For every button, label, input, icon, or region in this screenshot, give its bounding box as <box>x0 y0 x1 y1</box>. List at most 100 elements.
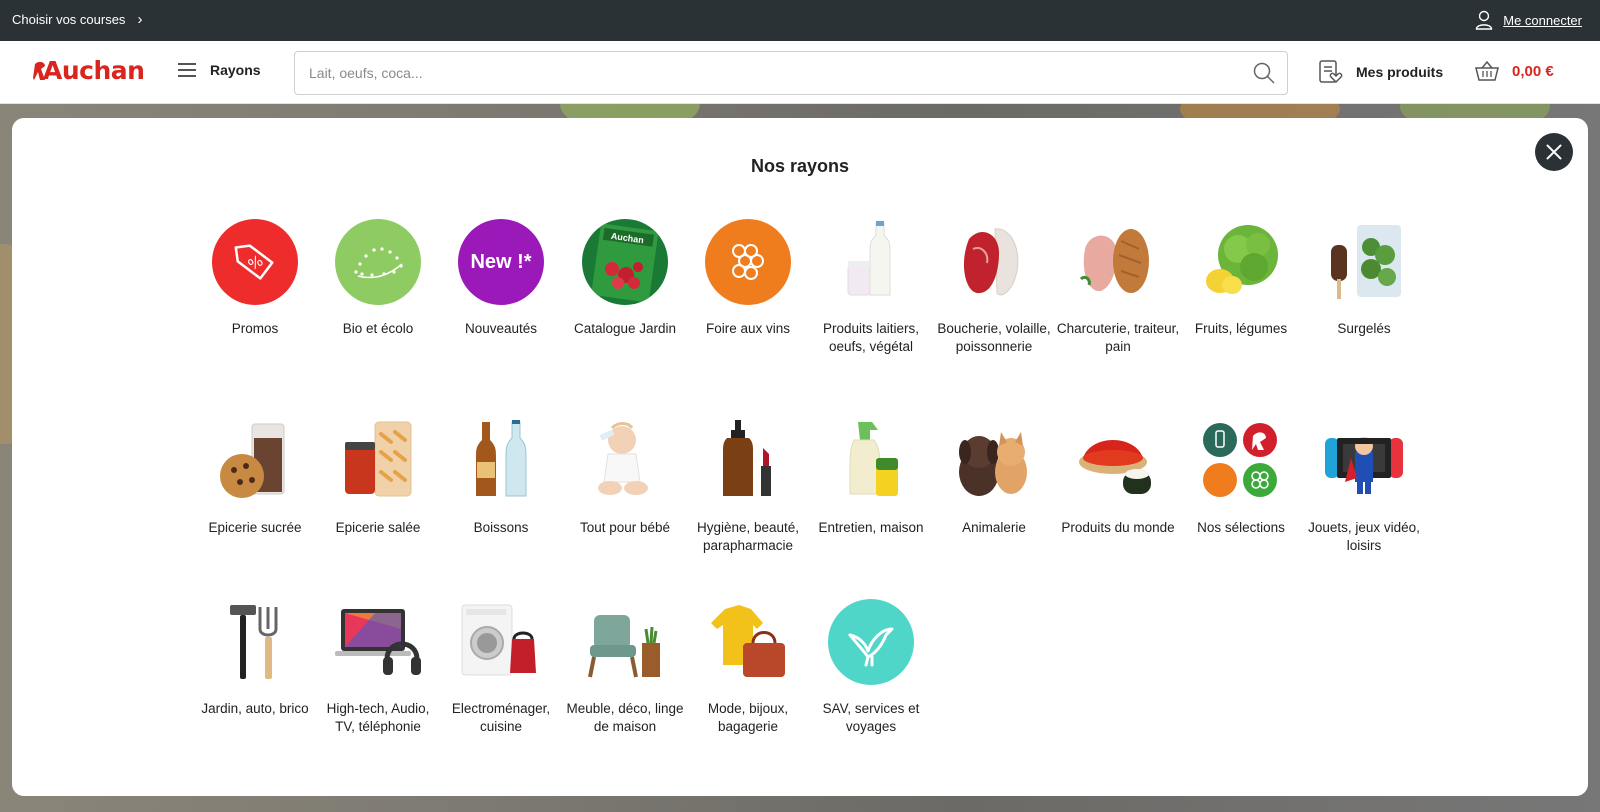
category-label: SAV, services et voyages <box>822 701 920 734</box>
category-epicerie-sucree[interactable]: Epicerie sucrée <box>193 418 317 537</box>
new-badge-text: New !* <box>470 250 532 273</box>
cart-total: 0,00 € <box>1512 62 1554 80</box>
eu-organic-leaf-icon <box>335 219 421 305</box>
promo-tag-icon: % <box>212 219 298 305</box>
category-label: Boucherie, volaille, poissonnerie <box>937 321 1051 354</box>
grape-icon <box>705 219 791 305</box>
login-label: Me connecter <box>1503 12 1582 28</box>
category-label: Jardin, auto, brico <box>201 701 309 716</box>
auchan-logo[interactable]: Auchan <box>33 56 145 85</box>
category-catalogue-jardin[interactable]: Auchan Catalogue Jardin <box>563 219 687 338</box>
category-high-tech[interactable]: High-tech, Audio, TV, téléphonie <box>316 599 440 736</box>
cart-button[interactable]: 0,00 € <box>1474 60 1554 82</box>
spray-sponge-icon <box>828 418 914 504</box>
category-label: Surgelés <box>1337 321 1391 336</box>
category-label: Bio et écolo <box>342 321 414 336</box>
category-fruits-legumes[interactable]: Fruits, légumes <box>1179 219 1303 338</box>
category-label: Produits laitiers, oeufs, végétal <box>822 321 920 354</box>
category-entretien[interactable]: Entretien, maison <box>809 418 933 537</box>
category-label: Foire aux vins <box>705 321 791 336</box>
category-label: Electroménager, cuisine <box>451 701 551 734</box>
category-label: Catalogue Jardin <box>573 321 677 336</box>
category-label: Boissons <box>473 520 529 535</box>
choose-courses-label: Choisir vos courses <box>12 12 126 27</box>
list-heart-icon <box>1319 60 1343 84</box>
category-label: Tout pour bébé <box>579 520 671 535</box>
category-label: Produits du monde <box>1061 520 1175 535</box>
category-jouets[interactable]: Jouets, jeux vidéo, loisirs <box>1302 418 1426 555</box>
category-label: Mode, bijoux, bagagerie <box>707 701 789 734</box>
rayons-modal: Nos rayons % Promos Bio et écolo New !* … <box>12 118 1588 796</box>
category-label: Fruits, légumes <box>1194 321 1288 336</box>
category-produits-laitiers[interactable]: Produits laitiers, oeufs, végétal <box>809 219 933 356</box>
category-sav-services[interactable]: SAV, services et voyages <box>809 599 933 736</box>
category-boissons[interactable]: Boissons <box>439 418 563 537</box>
category-surgeles[interactable]: Surgelés <box>1302 219 1426 338</box>
menu-icon <box>178 63 196 77</box>
category-label: Animalerie <box>962 520 1026 535</box>
choose-courses-link[interactable]: Choisir vos courses › <box>12 10 143 28</box>
category-label: Hygiène, beauté, parapharmacie <box>696 520 800 553</box>
category-hygiene[interactable]: Hygiène, beauté, parapharmacie <box>686 418 810 555</box>
category-bebe[interactable]: Tout pour bébé <box>563 418 687 537</box>
category-charcuterie[interactable]: Charcuterie, traiteur, pain <box>1056 219 1180 356</box>
category-label: Meuble, déco, linge de maison <box>566 701 684 734</box>
spice-sushi-icon <box>1075 418 1161 504</box>
category-label: Jouets, jeux vidéo, loisirs <box>1308 520 1420 553</box>
category-produits-du-monde[interactable]: Produits du monde <box>1056 418 1180 537</box>
washer-kettle-icon <box>458 599 544 685</box>
category-nouveautes[interactable]: New !* Nouveautés <box>439 219 563 338</box>
category-jardin-auto-brico[interactable]: Jardin, auto, brico <box>193 599 317 718</box>
pasta-sauce-icon <box>335 418 421 504</box>
baby-icon <box>582 418 668 504</box>
chevron-right-icon: › <box>137 10 143 28</box>
category-boucherie[interactable]: Boucherie, volaille, poissonnerie <box>932 219 1056 356</box>
lettuce-lemon-icon <box>1198 219 1284 305</box>
category-meuble-deco[interactable]: Meuble, déco, linge de maison <box>563 599 687 736</box>
logo-text: Auchan <box>43 56 145 85</box>
meat-fish-icon <box>951 219 1037 305</box>
bird-icon <box>828 599 914 685</box>
toy-console-icon <box>1321 418 1407 504</box>
garden-catalogue-icon: Auchan <box>582 219 668 305</box>
my-products-button[interactable]: Mes produits <box>1318 59 1443 85</box>
main-header: Auchan Rayons Mes produits 0,00 <box>0 41 1600 104</box>
cookie-chocolate-icon <box>212 418 298 504</box>
category-label: High-tech, Audio, TV, téléphonie <box>326 701 430 734</box>
sweater-bag-icon <box>705 599 791 685</box>
user-icon <box>1476 10 1493 30</box>
armchair-icon <box>582 599 668 685</box>
puppy-kitten-icon <box>951 418 1037 504</box>
login-link[interactable]: Me connecter <box>1475 10 1582 30</box>
new-badge-icon: New !* <box>458 219 544 305</box>
category-nos-selections[interactable]: Nos sélections <box>1179 418 1303 537</box>
bottles-icon <box>458 418 544 504</box>
category-label: Nouveautés <box>464 321 538 336</box>
category-animalerie[interactable]: Animalerie <box>932 418 1056 537</box>
category-mode[interactable]: Mode, bijoux, bagagerie <box>686 599 810 736</box>
search-input[interactable] <box>309 52 1209 94</box>
close-modal-button[interactable] <box>1535 133 1573 171</box>
category-label: Charcuterie, traiteur, pain <box>1056 321 1180 354</box>
category-label: Entretien, maison <box>818 520 924 535</box>
category-bio[interactable]: Bio et écolo <box>316 219 440 338</box>
soap-lipstick-icon <box>705 418 791 504</box>
category-epicerie-salee[interactable]: Epicerie salée <box>316 418 440 537</box>
rayons-label: Rayons <box>210 62 261 78</box>
basket-icon <box>1475 60 1499 81</box>
search-icon[interactable] <box>1253 62 1275 84</box>
category-promos[interactable]: % Promos <box>193 219 317 338</box>
search-box <box>294 51 1288 95</box>
laptop-headphones-icon <box>335 599 421 685</box>
top-bar: Choisir vos courses › Me connecter <box>0 0 1600 41</box>
rayons-menu-button[interactable]: Rayons <box>178 62 261 78</box>
bread-ham-icon <box>1075 219 1161 305</box>
category-electromenager[interactable]: Electroménager, cuisine <box>439 599 563 736</box>
category-foire-aux-vins[interactable]: Foire aux vins <box>686 219 810 338</box>
category-label: Epicerie salée <box>335 520 421 535</box>
my-products-label: Mes produits <box>1356 64 1444 80</box>
hammer-fork-icon <box>212 599 298 685</box>
category-label: Epicerie sucrée <box>208 520 302 535</box>
category-label: Nos sélections <box>1197 520 1285 535</box>
frozen-food-icon <box>1321 219 1407 305</box>
